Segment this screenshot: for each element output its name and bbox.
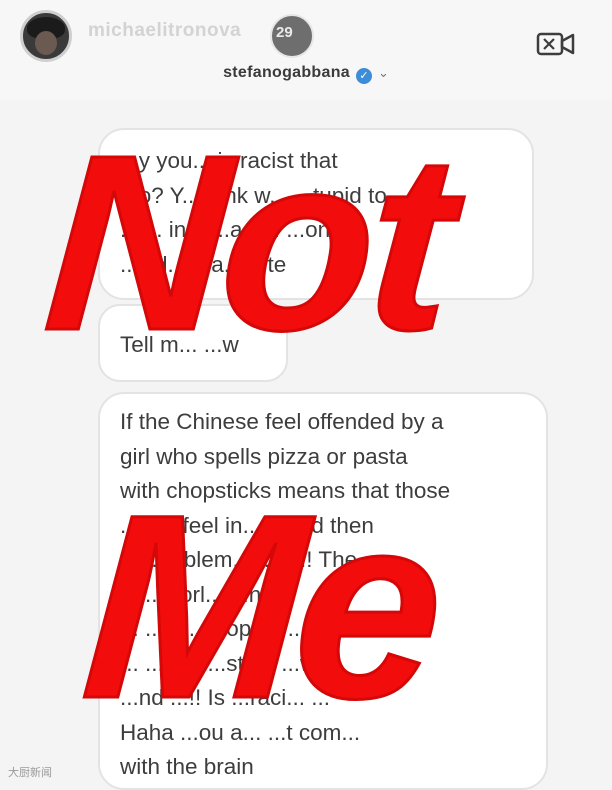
watermark: 大厨新闻 xyxy=(8,767,52,779)
chevron-down-icon: ⌄ xyxy=(377,65,389,80)
verified-badge-icon: ✓ xyxy=(355,68,372,84)
overlay-stamp-not: Not xyxy=(37,102,458,384)
page-title: stefanogabbana xyxy=(223,64,350,81)
chat-header: michaelitronova 29 stefanogabbana ✓ ⌄ xyxy=(0,0,612,100)
overlay-stamp-me: Me xyxy=(74,459,445,755)
avatar[interactable] xyxy=(20,10,72,62)
story-count: 29 xyxy=(276,24,293,41)
avatar-face xyxy=(35,31,57,55)
conversation-title[interactable]: stefanogabbana ✓ ⌄ xyxy=(0,64,612,84)
video-call-icon[interactable] xyxy=(536,28,576,60)
sender-handle[interactable]: michaelitronova xyxy=(88,20,241,42)
